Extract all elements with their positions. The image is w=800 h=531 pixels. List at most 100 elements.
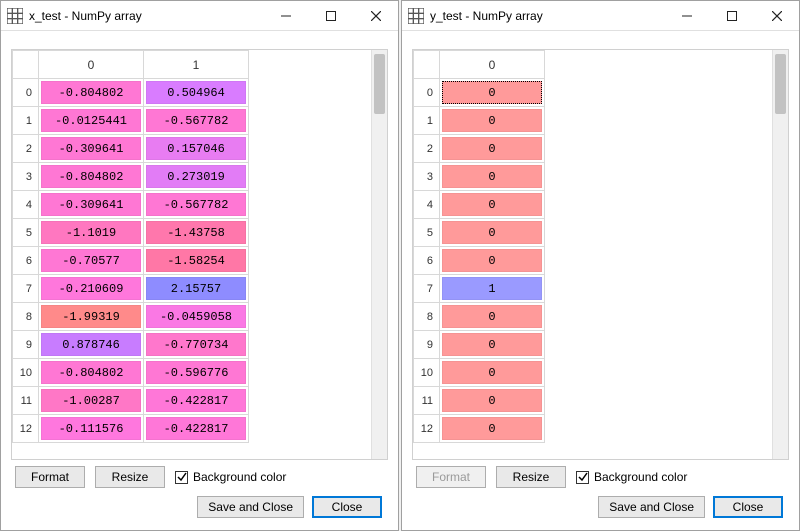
close-window-button[interactable] xyxy=(754,1,799,30)
background-color-checkbox[interactable]: Background color xyxy=(576,470,687,484)
data-cell[interactable]: 0 xyxy=(440,415,545,443)
data-cell[interactable]: -0.0125441 xyxy=(39,107,144,135)
footer: Save and Close Close xyxy=(11,490,388,524)
row-header[interactable]: 6 xyxy=(13,247,39,275)
row-header[interactable]: 3 xyxy=(414,163,440,191)
close-button[interactable]: Close xyxy=(312,496,382,518)
scrollbar-thumb[interactable] xyxy=(775,54,786,114)
column-header[interactable]: 1 xyxy=(144,51,249,79)
table-row: 4-0.309641-0.567782 xyxy=(13,191,249,219)
row-header[interactable]: 11 xyxy=(13,387,39,415)
row-header[interactable]: 1 xyxy=(414,107,440,135)
data-cell[interactable]: 0 xyxy=(440,163,545,191)
data-cell[interactable]: -0.567782 xyxy=(144,191,249,219)
close-window-button[interactable] xyxy=(353,1,398,30)
row-header[interactable]: 8 xyxy=(13,303,39,331)
resize-button[interactable]: Resize xyxy=(95,466,165,488)
column-header[interactable]: 0 xyxy=(39,51,144,79)
titlebar[interactable]: x_test - NumPy array xyxy=(1,1,398,31)
data-cell[interactable]: 0 xyxy=(440,331,545,359)
data-cell[interactable]: -0.422817 xyxy=(144,415,249,443)
window-0: x_test - NumPy array010-0.8048020.504964… xyxy=(0,0,399,531)
data-cell[interactable]: -0.596776 xyxy=(144,359,249,387)
data-cell[interactable]: 0.504964 xyxy=(144,79,249,107)
row-header[interactable]: 12 xyxy=(414,415,440,443)
minimize-button[interactable] xyxy=(263,1,308,30)
row-header[interactable]: 4 xyxy=(414,191,440,219)
data-cell[interactable]: 0 xyxy=(440,303,545,331)
format-button[interactable]: Format xyxy=(15,466,85,488)
data-cell[interactable]: -0.70577 xyxy=(39,247,144,275)
array-table[interactable]: 000102030405060718090100110120 xyxy=(413,50,545,443)
data-cell[interactable]: -0.770734 xyxy=(144,331,249,359)
save-and-close-button[interactable]: Save and Close xyxy=(197,496,304,518)
table-row: 71 xyxy=(414,275,545,303)
row-header[interactable]: 0 xyxy=(414,79,440,107)
data-cell[interactable]: 0 xyxy=(440,79,545,107)
data-cell[interactable]: 0 xyxy=(440,387,545,415)
data-cell[interactable]: 0 xyxy=(440,107,545,135)
row-header[interactable]: 5 xyxy=(414,219,440,247)
data-cell[interactable]: -0.111576 xyxy=(39,415,144,443)
data-cell[interactable]: 2.15757 xyxy=(144,275,249,303)
row-header[interactable]: 7 xyxy=(13,275,39,303)
array-table[interactable]: 010-0.8048020.5049641-0.0125441-0.567782… xyxy=(12,50,249,443)
data-cell[interactable]: 0 xyxy=(440,359,545,387)
data-cell[interactable]: -0.210609 xyxy=(39,275,144,303)
data-cell[interactable]: 0.273019 xyxy=(144,163,249,191)
data-cell[interactable]: -1.58254 xyxy=(144,247,249,275)
content: 010-0.8048020.5049641-0.0125441-0.567782… xyxy=(1,31,398,530)
data-cell[interactable]: -0.567782 xyxy=(144,107,249,135)
row-header[interactable]: 7 xyxy=(414,275,440,303)
row-header[interactable]: 8 xyxy=(414,303,440,331)
close-button[interactable]: Close xyxy=(713,496,783,518)
data-cell[interactable]: 0 xyxy=(440,135,545,163)
row-header[interactable]: 3 xyxy=(13,163,39,191)
data-cell[interactable]: -1.43758 xyxy=(144,219,249,247)
data-cell[interactable]: -0.422817 xyxy=(144,387,249,415)
data-cell[interactable]: 0.878746 xyxy=(39,331,144,359)
data-cell[interactable]: 1 xyxy=(440,275,545,303)
row-header[interactable]: 4 xyxy=(13,191,39,219)
row-header[interactable]: 6 xyxy=(414,247,440,275)
titlebar[interactable]: y_test - NumPy array xyxy=(402,1,799,31)
data-cell[interactable]: -1.1019 xyxy=(39,219,144,247)
vertical-scrollbar[interactable] xyxy=(371,50,387,459)
minimize-button[interactable] xyxy=(664,1,709,30)
data-cell[interactable]: -1.99319 xyxy=(39,303,144,331)
maximize-button[interactable] xyxy=(308,1,353,30)
row-header[interactable]: 2 xyxy=(414,135,440,163)
checkbox-box xyxy=(175,471,188,484)
row-header[interactable]: 10 xyxy=(414,359,440,387)
data-cell[interactable]: -0.309641 xyxy=(39,135,144,163)
data-cell[interactable]: -1.00287 xyxy=(39,387,144,415)
scrollbar-thumb[interactable] xyxy=(374,54,385,114)
row-header[interactable]: 1 xyxy=(13,107,39,135)
data-cell[interactable]: 0 xyxy=(440,247,545,275)
row-header[interactable]: 12 xyxy=(13,415,39,443)
maximize-button[interactable] xyxy=(709,1,754,30)
row-header[interactable]: 2 xyxy=(13,135,39,163)
table-row: 40 xyxy=(414,191,545,219)
row-header[interactable]: 9 xyxy=(414,331,440,359)
data-cell[interactable]: 0 xyxy=(440,219,545,247)
row-header[interactable]: 0 xyxy=(13,79,39,107)
checkbox-label: Background color xyxy=(594,470,687,484)
data-cell[interactable]: -0.309641 xyxy=(39,191,144,219)
row-header[interactable]: 10 xyxy=(13,359,39,387)
data-cell[interactable]: -0.0459058 xyxy=(144,303,249,331)
checkbox-box xyxy=(576,471,589,484)
row-header[interactable]: 9 xyxy=(13,331,39,359)
data-cell[interactable]: 0 xyxy=(440,191,545,219)
data-cell[interactable]: 0.157046 xyxy=(144,135,249,163)
row-header[interactable]: 11 xyxy=(414,387,440,415)
background-color-checkbox[interactable]: Background color xyxy=(175,470,286,484)
row-header[interactable]: 5 xyxy=(13,219,39,247)
column-header[interactable]: 0 xyxy=(440,51,545,79)
data-cell[interactable]: -0.804802 xyxy=(39,163,144,191)
vertical-scrollbar[interactable] xyxy=(772,50,788,459)
data-cell[interactable]: -0.804802 xyxy=(39,359,144,387)
resize-button[interactable]: Resize xyxy=(496,466,566,488)
data-cell[interactable]: -0.804802 xyxy=(39,79,144,107)
save-and-close-button[interactable]: Save and Close xyxy=(598,496,705,518)
